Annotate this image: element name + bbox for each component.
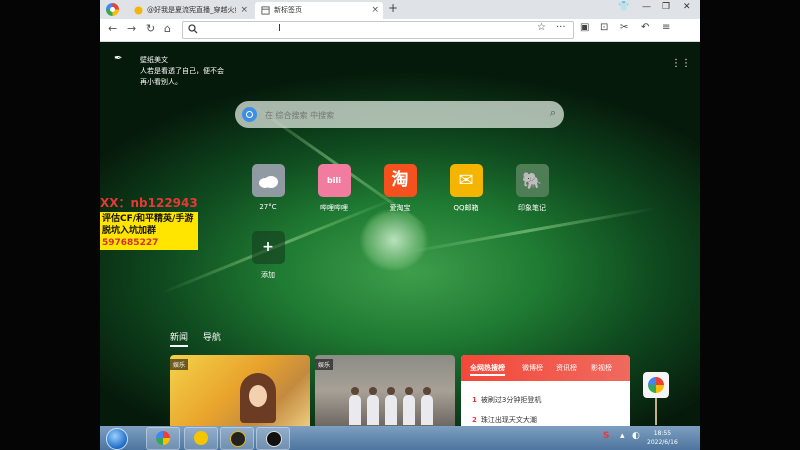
taskbar-obs[interactable]	[256, 427, 290, 450]
promo-line2: 脱坑入坑加群597685227	[102, 226, 159, 248]
leaf-vein	[399, 206, 657, 255]
weather-cloud-icon	[251, 164, 285, 197]
add-icon: +	[251, 231, 285, 264]
taskbar-game[interactable]	[220, 427, 254, 450]
shortcut-weather[interactable]: 27°C	[243, 164, 293, 211]
shortcut-label: 添加	[261, 271, 275, 279]
shortcut-label: 印象笔记	[518, 204, 546, 212]
wallpaper-quote-title: 壁纸美文	[140, 56, 168, 64]
left-black-bar	[0, 0, 100, 450]
start-button[interactable]	[106, 428, 128, 450]
menu-icon[interactable]: ≡	[662, 22, 670, 33]
game-icon	[230, 431, 246, 447]
search-icon[interactable]: ⌕	[550, 106, 556, 120]
windows-taskbar: S ▴ ◐ 18:55 2022/6/16	[100, 426, 700, 450]
tray-expand-icon[interactable]: ▴	[620, 431, 625, 441]
clock-date: 2022/6/16	[647, 439, 678, 446]
forward-icon[interactable]: →	[127, 22, 136, 35]
tab-favicon-icon	[134, 6, 143, 15]
minimize-icon[interactable]: —	[642, 2, 651, 12]
tray-app-icon[interactable]: ◐	[632, 431, 640, 441]
shortcut-add[interactable]: + 添加	[243, 231, 293, 280]
news-card[interactable]: 娱乐	[315, 355, 455, 426]
taskbar-music[interactable]	[184, 427, 218, 450]
promo-box: 评估CF/和平精英/手游 脱坑入坑加群597685227	[100, 212, 198, 250]
browser-icon	[156, 431, 170, 445]
tab-strip: @好我是夏流宪直播_穿越火线 × 新标签页 × + 👕 — ❐ ✕	[100, 0, 700, 19]
search-icon	[188, 24, 198, 34]
taobao-icon: 淘	[383, 164, 417, 197]
news-card[interactable]: 娱乐	[170, 355, 310, 426]
shortcut-label: 哔哩哔哩	[320, 204, 348, 212]
close-icon[interactable]: ×	[371, 2, 379, 19]
more-icon[interactable]: ···	[556, 22, 566, 33]
promo-line1: 评估CF/和平精英/手游	[102, 214, 194, 224]
shortcut-qq-mail[interactable]: ✉ QQ邮箱	[441, 164, 491, 213]
back-icon[interactable]: ←	[108, 22, 117, 35]
tab-new-tab-page[interactable]: 新标签页 ×	[255, 2, 383, 19]
news-category-badge: 娱乐	[315, 359, 334, 370]
bilibili-icon: bili	[317, 164, 351, 197]
news-tabs: 新闻 导航	[170, 330, 233, 347]
screenshot-scissors-icon[interactable]: ✂	[620, 22, 628, 33]
sogou-ime-icon[interactable]: S	[603, 431, 609, 441]
right-black-bar	[700, 0, 800, 450]
tab-title: 新标签页	[274, 6, 302, 14]
shortcut-bilibili[interactable]: bili 哔哩哔哩	[309, 164, 359, 213]
tab-weibo[interactable]: 微博榜	[522, 363, 543, 373]
browser-logo-icon[interactable]	[106, 3, 119, 16]
quill-icon[interactable]: ✒	[114, 53, 122, 64]
hot-search-panel: 全网热搜榜 微博榜 资讯榜 影视榜 1 被刷过3分钟拒登机 2 珠江出现天文大潮	[461, 355, 630, 426]
news-thumbnail-image	[240, 373, 276, 423]
bookmark-star-icon[interactable]: ☆	[537, 22, 546, 33]
shortcut-label: 爱淘宝	[389, 204, 411, 212]
clock-time: 18:55	[653, 430, 672, 437]
tab-hot-all[interactable]: 全网热搜榜	[470, 363, 505, 376]
restore-icon[interactable]: ❐	[662, 2, 670, 12]
undo-icon[interactable]: ↶	[641, 22, 649, 33]
window-close-icon[interactable]: ✕	[683, 2, 691, 12]
new-tab-button[interactable]: +	[388, 1, 398, 15]
page-icon	[261, 6, 270, 15]
reading-mode-icon[interactable]: ▣	[580, 22, 589, 33]
taskbar-clock[interactable]: 18:55 2022/6/16	[647, 429, 678, 447]
taskbar-browser[interactable]	[146, 427, 180, 450]
download-icon[interactable]: ⊡	[600, 22, 608, 33]
search-input[interactable]	[263, 106, 527, 125]
easel-stand	[655, 398, 657, 425]
evernote-icon: 🐘	[515, 164, 549, 197]
obs-icon	[266, 431, 282, 447]
music-icon	[194, 431, 208, 445]
address-bar[interactable]: I	[182, 21, 574, 39]
tab-live-stream[interactable]: @好我是夏流宪直播_穿越火线 ×	[128, 2, 252, 19]
camera-app-icon[interactable]	[643, 372, 669, 398]
search-engine-icon[interactable]	[242, 107, 257, 122]
shortcut-label: 27°C	[259, 203, 277, 211]
search-box[interactable]: ⌕	[235, 101, 564, 128]
news-category-badge: 娱乐	[170, 359, 189, 370]
shortcut-evernote[interactable]: 🐘 印象笔记	[507, 164, 557, 213]
shortcut-label: QQ邮箱	[453, 204, 479, 212]
stream-promo-overlay: XX：nb122943 评估CF/和平精英/手游 脱坑入坑加群597685227	[100, 195, 198, 250]
promo-contact: XX：nb122943	[100, 196, 198, 210]
wallpaper-quote-text: 人若是看透了自己，便不会再小看别人。	[140, 67, 224, 86]
hot-search-item[interactable]: 2 珠江出现天文大潮	[472, 415, 537, 425]
address-input[interactable]	[203, 22, 567, 38]
close-icon[interactable]: ×	[240, 2, 248, 19]
home-icon[interactable]: ⌂	[164, 22, 171, 35]
tab-news-rank[interactable]: 资讯榜	[556, 363, 577, 373]
tab-title: @好我是夏流宪直播_穿越火线	[147, 6, 236, 14]
reload-icon[interactable]: ↻	[146, 22, 155, 35]
hot-search-tabs: 全网热搜榜 微博榜 资讯榜 影视榜	[461, 355, 630, 381]
shortcut-taobao[interactable]: 淘 爱淘宝	[375, 164, 425, 213]
tab-video-rank[interactable]: 影视榜	[591, 363, 612, 373]
apps-grid-icon[interactable]: ⋮⋮	[671, 58, 691, 69]
text-cursor-icon: I	[278, 23, 281, 34]
tab-navigation[interactable]: 导航	[203, 333, 221, 343]
hot-search-item[interactable]: 1 被刷过3分钟拒登机	[472, 395, 541, 405]
mail-icon: ✉	[449, 164, 483, 197]
skin-icon[interactable]: 👕	[618, 2, 629, 12]
tab-news[interactable]: 新闻	[170, 333, 189, 347]
navigation-toolbar: ← → ↻ ⌂ I ☆ ··· ▣ ⊡ ✂ ↶ ≡	[100, 19, 700, 42]
